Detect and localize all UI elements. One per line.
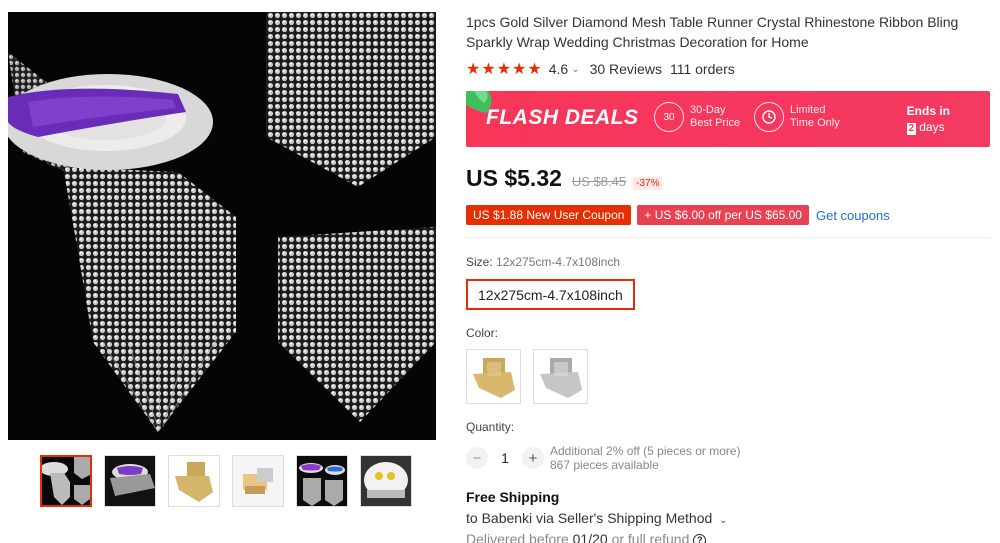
store-coupon[interactable]: + US $6.00 off per US $65.00 [637, 205, 809, 225]
best-price-line2: Best Price [690, 117, 741, 129]
flash-deals-title: FLASH DEALS [486, 106, 639, 129]
thumbnail-3[interactable] [168, 455, 220, 507]
calendar-30-icon: 30 [654, 102, 684, 132]
size-option[interactable]: 12x275cm-4.7x108inch [466, 279, 635, 310]
color-options [466, 349, 994, 404]
decrease-quantity-button[interactable]: − [466, 447, 488, 469]
color-label: Color: [466, 326, 499, 340]
get-coupons-link[interactable]: Get coupons [816, 208, 890, 223]
shipping-section: Free Shipping to Babenki via Seller's Sh… [466, 489, 994, 543]
quantity-section: Quantity: − 1 + Additional 2% off (5 pie… [466, 420, 994, 472]
chevron-down-icon[interactable]: ⌄ [719, 515, 727, 526]
ends-in-label: Ends in [906, 104, 950, 118]
thumbnail-6[interactable] [360, 455, 412, 507]
price-row: US $5.32 US $8.45 -37% [466, 165, 994, 192]
color-option-gold[interactable] [466, 349, 521, 404]
best-price-badge: 30 30-Day Best Price [654, 102, 740, 132]
shipping-title: Free Shipping [466, 489, 560, 505]
shipping-to-text[interactable]: to Babenki via Seller's Shipping Method [466, 510, 712, 526]
main-product-image[interactable] [8, 12, 436, 440]
new-user-coupon[interactable]: US $1.88 New User Coupon [466, 205, 632, 225]
limited-line1: Limited [790, 104, 826, 116]
orders-count: 111 orders [669, 61, 735, 77]
thumbnail-1[interactable] [40, 455, 92, 507]
ends-days-text: days [919, 120, 945, 134]
quantity-stepper: − 1 + Additional 2% off (5 pieces or mor… [466, 444, 994, 472]
product-info: 1pcs Gold Silver Diamond Mesh Table Runn… [466, 12, 994, 543]
ends-days-number: 2 [906, 123, 917, 135]
product-page: 1pcs Gold Silver Diamond Mesh Table Runn… [0, 0, 1000, 543]
clock-icon [754, 102, 784, 132]
rating-value[interactable]: 4.6 [549, 61, 568, 77]
increase-quantity-button[interactable]: + [522, 447, 544, 469]
coupon-row: US $1.88 New User Coupon + US $6.00 off … [466, 205, 994, 225]
color-section: Color: [466, 326, 994, 404]
help-icon[interactable]: ? [693, 534, 707, 543]
product-title: 1pcs Gold Silver Diamond Mesh Table Runn… [466, 14, 959, 50]
limited-time-badge: Limited Time Only [754, 102, 840, 132]
current-price: US $5.32 [466, 165, 562, 191]
quantity-label: Quantity: [466, 420, 515, 434]
divider [466, 237, 990, 238]
bulk-discount-note: Additional 2% off (5 pieces or more) [550, 444, 741, 458]
thumbnail-strip [40, 455, 412, 507]
thumbnail-5[interactable] [296, 455, 348, 507]
discount-badge: -37% [633, 177, 663, 190]
star-rating-icon: ★★★★★ [466, 61, 543, 78]
thumbnail-4[interactable] [232, 455, 284, 507]
ends-in-countdown: Ends in 2 days [906, 103, 950, 135]
chevron-down-icon[interactable]: ⌄ [571, 64, 579, 75]
size-section: Size: 12x275cm-4.7x108inch 12x275cm-4.7x… [466, 255, 994, 310]
thumbnail-2[interactable] [104, 455, 156, 507]
quantity-input[interactable]: 1 [493, 450, 517, 466]
rating-row: ★★★★★ 4.6 ⌄ 30 Reviews 111 orders [466, 59, 994, 79]
best-price-line1: 30-Day [690, 104, 726, 116]
quantity-note: Additional 2% off (5 pieces or more) 867… [550, 444, 741, 472]
stock-available: 867 pieces available [550, 458, 659, 472]
flash-deals-banner: FLASH DEALS 30 30-Day Best Price Limited… [466, 91, 990, 147]
limited-line2: Time Only [790, 117, 840, 129]
color-option-silver[interactable] [533, 349, 588, 404]
delivery-estimate: Delivered before 01/20 or full refund ? [466, 531, 994, 543]
reviews-link[interactable]: 30 Reviews [590, 61, 662, 77]
original-price: US $8.45 [571, 174, 627, 189]
size-selected-value: 12x275cm-4.7x108inch [496, 255, 621, 269]
shipping-destination[interactable]: to Babenki via Seller's Shipping Method … [466, 510, 994, 526]
size-label: Size: 12x275cm-4.7x108inch [466, 255, 621, 269]
delivery-date: 01/20 [572, 531, 608, 543]
